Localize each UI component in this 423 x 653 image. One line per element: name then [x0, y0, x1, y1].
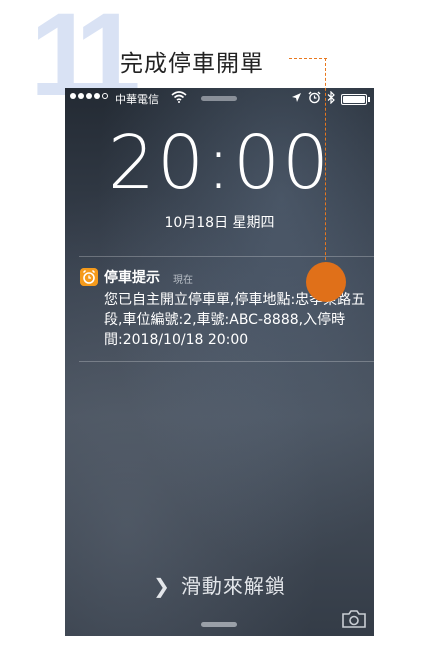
notification-app-name: 停車提示 — [104, 270, 160, 286]
camera-icon[interactable] — [341, 609, 367, 629]
signal-strength-icon — [70, 93, 108, 99]
alarm-icon — [308, 91, 321, 104]
slide-to-unlock[interactable]: ❯ 滑動來解鎖 — [65, 570, 374, 599]
chevron-right-icon: ❯ — [153, 574, 171, 598]
notification-time: 現在 — [173, 275, 193, 286]
lock-screen-date: 10月18日 星期四 — [164, 215, 275, 231]
wifi-icon — [171, 91, 187, 103]
callout-line-vertical — [325, 58, 326, 280]
battery-icon — [341, 94, 370, 105]
carrier-name: 中華電信 — [115, 93, 159, 106]
notification-divider-top — [79, 256, 374, 257]
parking-alarm-icon — [80, 268, 98, 286]
step-title: 完成停車開單 — [120, 44, 268, 78]
control-center-handle[interactable] — [201, 622, 237, 627]
callout-line-horizontal — [289, 58, 327, 59]
location-icon — [292, 93, 301, 102]
phone-lock-screen: 中華電信 20:00 10月18日 星期四 停車提示 現在 您已自主開立停車單,… — [65, 88, 374, 636]
notification-divider-bottom — [79, 361, 374, 362]
lock-screen-time: 20:00 — [107, 120, 332, 206]
status-bar: 中華電信 — [65, 88, 374, 108]
notification-center-handle[interactable] — [201, 96, 237, 101]
bluetooth-icon — [327, 91, 335, 104]
tap-indicator — [306, 262, 346, 302]
slide-to-unlock-label: 滑動來解鎖 — [180, 574, 286, 598]
